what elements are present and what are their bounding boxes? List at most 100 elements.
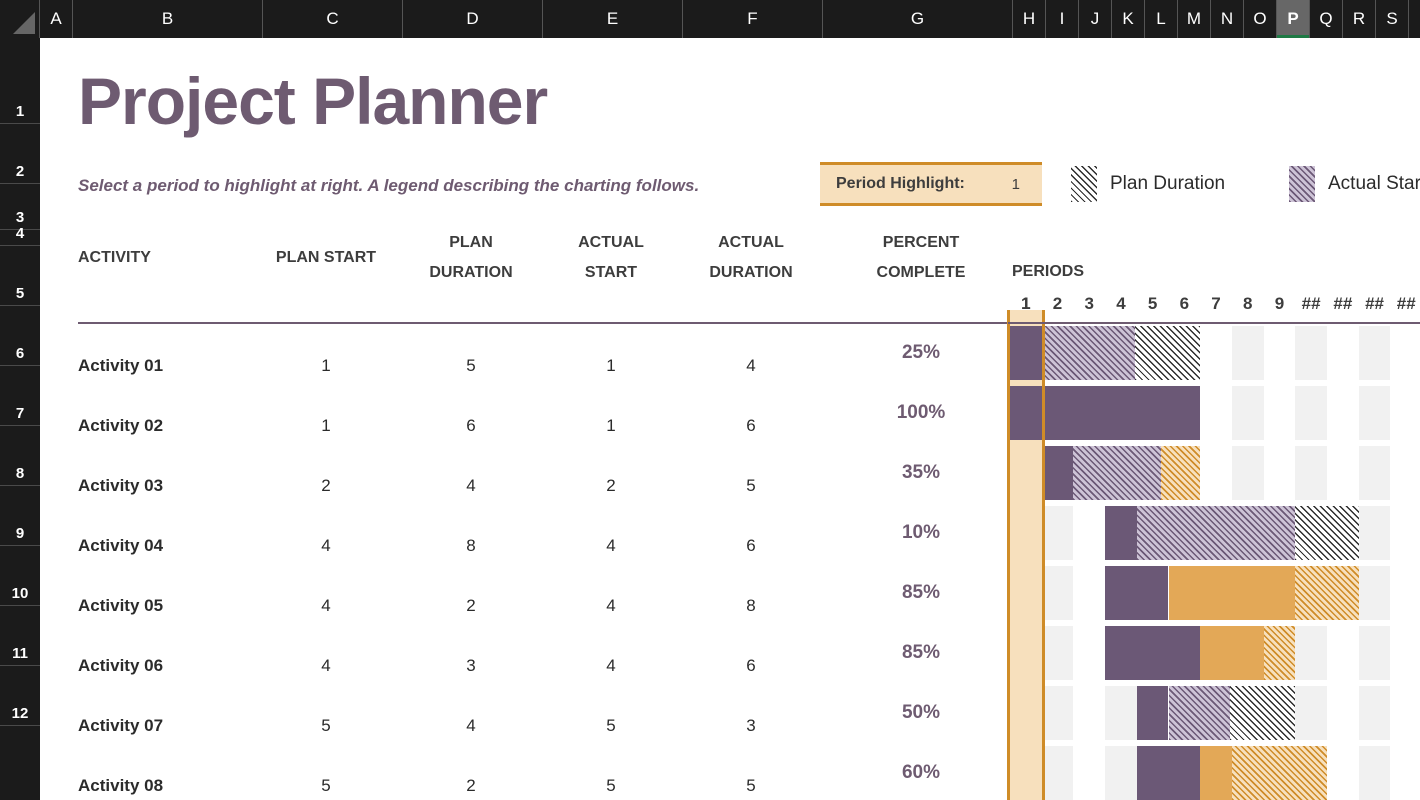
gantt-bar-segment: [1264, 626, 1296, 680]
period-label-9: 9: [1264, 286, 1296, 322]
column-header-f[interactable]: F: [683, 0, 823, 38]
gantt-band: [1042, 626, 1074, 680]
gantt-band: [1359, 626, 1391, 680]
period-label-2: 2: [1042, 286, 1074, 322]
gantt-bar-segment: [1105, 626, 1200, 680]
period-header-row: 123456789########: [1008, 286, 1420, 322]
gantt-band: [1295, 446, 1327, 500]
row-header-9[interactable]: 9: [0, 486, 40, 546]
column-header-e[interactable]: E: [543, 0, 683, 38]
period-label-7: 7: [1200, 286, 1232, 322]
period-label-5: 5: [1137, 286, 1169, 322]
gantt-bar-segment: [1295, 566, 1358, 620]
period-label-3: 3: [1073, 286, 1105, 322]
percent-complete-value: 100%: [846, 402, 996, 424]
gantt-band: [1232, 326, 1264, 380]
actual-duration-value: 6: [681, 416, 821, 436]
percent-complete-value: 50%: [846, 702, 996, 724]
gantt-band: [1295, 326, 1327, 380]
percent-complete-value: 60%: [846, 762, 996, 784]
actual-start-value: 4: [541, 656, 681, 676]
percent-complete-value: 85%: [846, 642, 996, 664]
column-header-t[interactable]: T: [1409, 0, 1420, 38]
col-header-actual-start-1: ACTUAL: [541, 233, 681, 253]
page-title: Project Planner: [78, 68, 547, 134]
actual-start-value: 4: [541, 596, 681, 616]
gantt-band: [1042, 746, 1074, 800]
gantt-header-rule-top: [1008, 322, 1420, 324]
row-header-11[interactable]: 11: [0, 606, 40, 666]
percent-complete-value: 10%: [846, 522, 996, 544]
col-header-actual-start-2: START: [541, 263, 681, 283]
actual-start-value: 5: [541, 716, 681, 736]
column-header-c[interactable]: C: [263, 0, 403, 38]
table-row: Activity 05424885%: [41, 564, 1008, 624]
actual-start-value: 5: [541, 776, 681, 796]
select-all-corner[interactable]: [0, 0, 40, 38]
period-label-11: ##: [1327, 286, 1359, 322]
gantt-bar-segment: [1105, 506, 1137, 560]
gantt-band: [1232, 446, 1264, 500]
row-header-strip: 123456789101112: [0, 38, 40, 800]
select-all-triangle-icon: [13, 12, 35, 34]
row-header-5[interactable]: 5: [0, 246, 40, 306]
row-header-12[interactable]: 12: [0, 666, 40, 726]
table-row: Activity 06434685%: [41, 624, 1008, 684]
gantt-band: [1359, 326, 1391, 380]
actual-duration-value: 4: [681, 356, 821, 376]
gantt-bar-segment: [1230, 686, 1295, 740]
column-header-strip: ABCDEFGHIJKLMNOPQRST: [0, 0, 1420, 38]
plan-start-value: 5: [256, 716, 396, 736]
row-header-6[interactable]: 6: [0, 306, 40, 366]
row-header-3[interactable]: 3: [0, 184, 40, 230]
actual-duration-value: 5: [681, 776, 821, 796]
row-header-1[interactable]: 1: [0, 38, 40, 124]
activity-name: Activity 07: [78, 716, 258, 736]
plan-duration-value: 2: [401, 776, 541, 796]
plan-start-value: 4: [256, 536, 396, 556]
column-header-s[interactable]: S: [1376, 0, 1409, 38]
column-header-m[interactable]: M: [1178, 0, 1211, 38]
actual-duration-value: 3: [681, 716, 821, 736]
table-row: Activity 021616100%: [41, 384, 1008, 444]
period-label-highlighted: 1: [1010, 286, 1042, 322]
column-header-l[interactable]: L: [1145, 0, 1178, 38]
column-header-g[interactable]: G: [823, 0, 1013, 38]
plan-duration-value: 5: [401, 356, 541, 376]
gantt-band: [1359, 446, 1391, 500]
column-header-i[interactable]: I: [1046, 0, 1079, 38]
actual-start-value: 4: [541, 536, 681, 556]
row-header-7[interactable]: 7: [0, 366, 40, 426]
column-header-a[interactable]: A: [40, 0, 73, 38]
column-header-r[interactable]: R: [1343, 0, 1376, 38]
percent-complete-value: 35%: [846, 462, 996, 484]
gantt-band: [1295, 686, 1327, 740]
row-header-2[interactable]: 2: [0, 124, 40, 184]
plan-start-value: 4: [256, 656, 396, 676]
activity-name: Activity 08: [78, 776, 258, 796]
column-header-b[interactable]: B: [73, 0, 263, 38]
gantt-bar-segment: [1200, 746, 1232, 800]
period-label-12: ##: [1359, 286, 1391, 322]
column-header-o[interactable]: O: [1244, 0, 1277, 38]
column-header-q[interactable]: Q: [1310, 0, 1343, 38]
gantt-band: [1295, 626, 1327, 680]
column-header-h[interactable]: H: [1013, 0, 1046, 38]
gantt-bar-segment-highlighted: [1010, 326, 1042, 380]
activity-name: Activity 02: [78, 416, 258, 436]
row-header-10[interactable]: 10: [0, 546, 40, 606]
plan-start-value: 1: [256, 416, 396, 436]
gantt-band: [1295, 386, 1327, 440]
column-header-p[interactable]: P: [1277, 0, 1310, 38]
row-header-8[interactable]: 8: [0, 426, 40, 486]
gantt-band: [1359, 386, 1391, 440]
row-header-4[interactable]: 4: [0, 230, 40, 246]
column-header-k[interactable]: K: [1112, 0, 1145, 38]
column-header-j[interactable]: J: [1079, 0, 1112, 38]
plan-start-value: 4: [256, 596, 396, 616]
period-label-6: 6: [1169, 286, 1201, 322]
period-label-8: 8: [1232, 286, 1264, 322]
column-header-d[interactable]: D: [403, 0, 543, 38]
column-header-n[interactable]: N: [1211, 0, 1244, 38]
gantt-band: [1359, 746, 1391, 800]
